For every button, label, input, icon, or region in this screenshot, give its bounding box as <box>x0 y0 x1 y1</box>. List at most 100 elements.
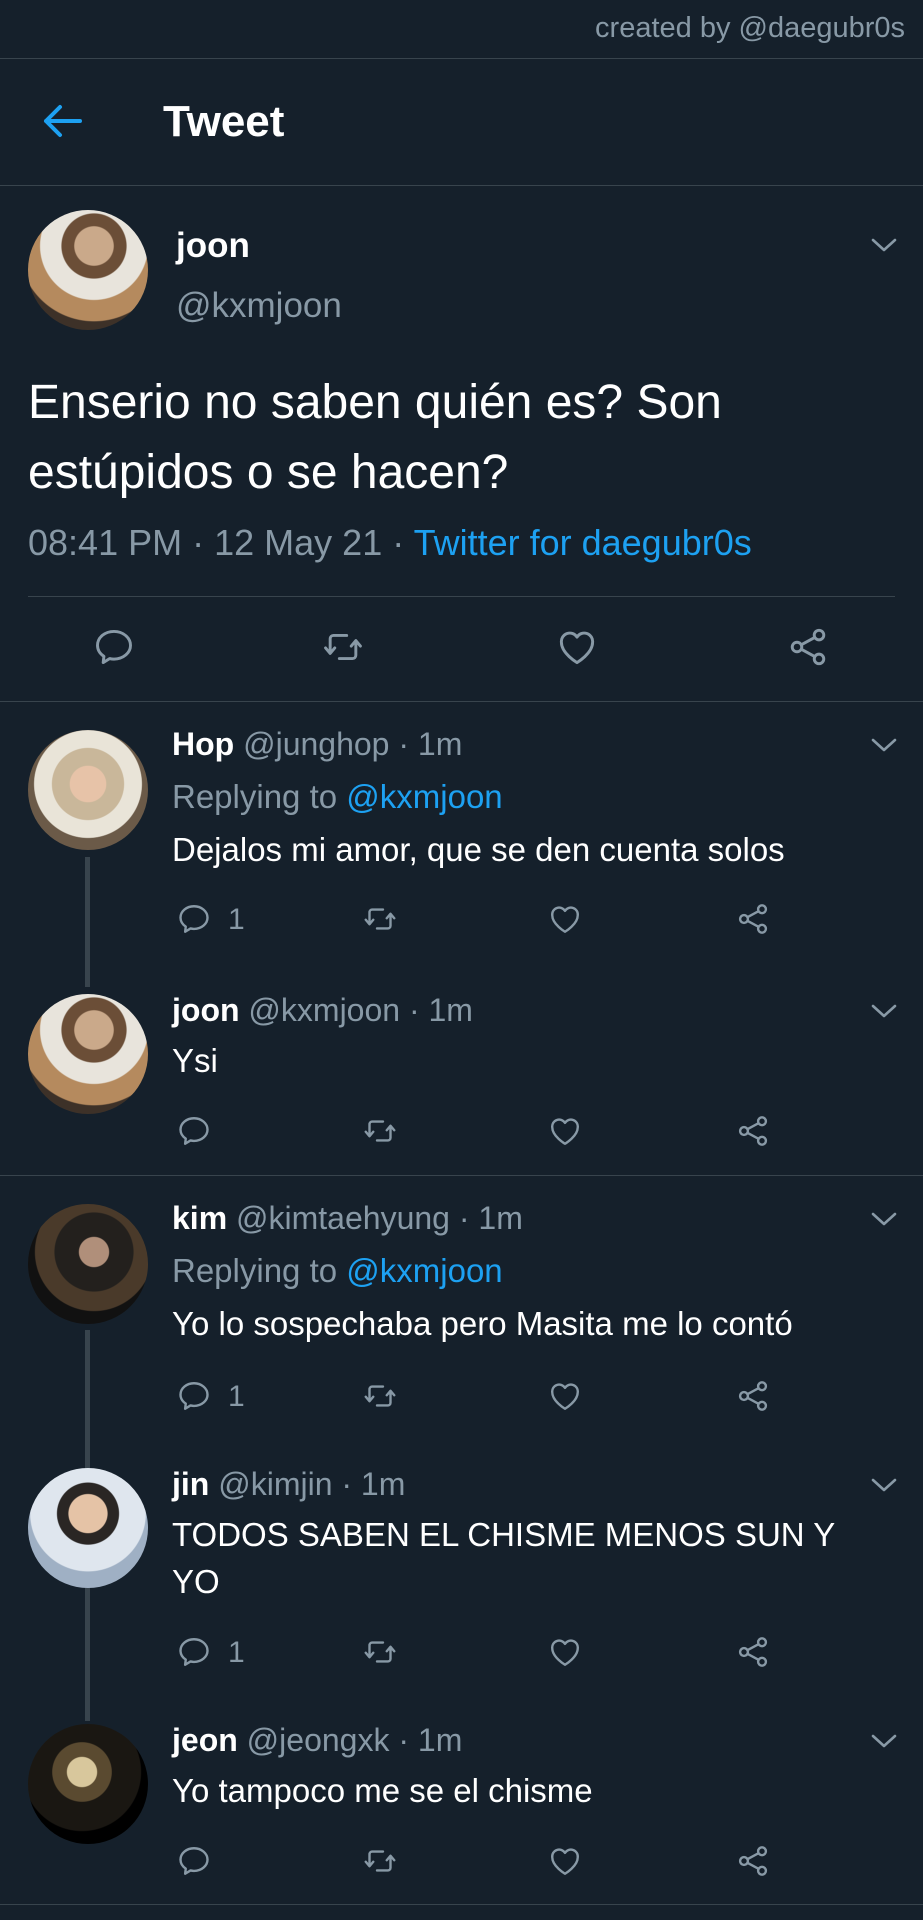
retweet-icon <box>360 1378 400 1414</box>
replying-to-mention[interactable]: @kxmjoon <box>346 1252 502 1289</box>
share-button[interactable] <box>735 1378 771 1414</box>
like-button[interactable] <box>547 901 583 937</box>
thread-line <box>85 1330 90 1470</box>
back-button[interactable] <box>40 103 84 139</box>
retweet-button[interactable] <box>360 901 400 937</box>
chevron-down-icon <box>870 1210 898 1228</box>
reply-count: 1 <box>228 1636 245 1669</box>
reply-author-name[interactable]: joon <box>172 992 240 1028</box>
share-icon <box>735 1843 771 1879</box>
like-button[interactable] <box>547 1113 583 1149</box>
reply-button[interactable] <box>92 625 136 669</box>
divider <box>28 596 895 597</box>
more-options-button[interactable] <box>870 1210 898 1228</box>
tweet-time: 08:41 PM <box>28 522 183 563</box>
like-button[interactable] <box>547 1634 583 1670</box>
avatar[interactable] <box>28 1204 148 1324</box>
reply-text: Yo tampoco me se el chisme <box>172 1772 593 1809</box>
retweet-button[interactable] <box>318 625 368 669</box>
share-button[interactable] <box>735 1634 771 1670</box>
like-icon <box>547 1634 583 1670</box>
share-icon <box>735 1113 771 1149</box>
header-bar: Tweet <box>0 59 923 186</box>
share-icon <box>735 901 771 937</box>
avatar[interactable] <box>28 1468 148 1588</box>
reply-header: jin @kimjin · 1m <box>172 1466 406 1502</box>
retweet-button[interactable] <box>360 1843 400 1879</box>
reply-time: 1m <box>428 992 473 1028</box>
avatar[interactable] <box>28 210 148 330</box>
thread-line <box>85 1586 90 1721</box>
reply-time: 1m <box>478 1200 523 1236</box>
reply-icon <box>92 625 136 669</box>
reply-time: 1m <box>417 1722 463 1758</box>
reply-button[interactable] <box>176 901 212 937</box>
like-button[interactable] <box>554 625 600 669</box>
more-options-button[interactable] <box>870 1002 898 1020</box>
retweet-button[interactable] <box>360 1634 400 1670</box>
avatar[interactable] <box>28 1724 148 1844</box>
retweet-icon <box>360 1113 400 1149</box>
author-handle[interactable]: @kxmjoon <box>176 286 342 326</box>
tweet-meta: 08:41 PM · 12 May 21 · Twitter for daegu… <box>28 522 752 563</box>
reply-button[interactable] <box>176 1113 212 1149</box>
share-icon <box>735 1378 771 1414</box>
reply-author-handle[interactable]: @kimtaehyung <box>236 1200 450 1236</box>
reply-author-name[interactable]: Hop <box>172 726 234 762</box>
reply-author-name[interactable]: jin <box>172 1466 209 1502</box>
retweet-button[interactable] <box>360 1113 400 1149</box>
more-options-button[interactable] <box>870 1732 898 1750</box>
thread-line <box>85 857 90 987</box>
more-options-button[interactable] <box>870 1476 898 1494</box>
like-icon <box>547 1113 583 1149</box>
more-options-button[interactable] <box>870 736 898 754</box>
reply-time: 1m <box>360 1466 406 1502</box>
reply-text: Yo lo sospechaba pero Masita me lo contó <box>172 1305 793 1342</box>
share-button[interactable] <box>735 1843 771 1879</box>
avatar[interactable] <box>28 730 148 850</box>
share-button[interactable] <box>735 901 771 937</box>
reply-count: 1 <box>228 1380 245 1413</box>
replying-to: Replying to @kxmjoon <box>172 778 503 815</box>
reply-button[interactable] <box>176 1634 212 1670</box>
share-icon <box>785 625 831 669</box>
reply-button[interactable] <box>176 1378 212 1414</box>
reply-icon <box>176 1378 212 1414</box>
retweet-icon <box>360 1843 400 1879</box>
watermark: created by @daegubr0s <box>595 12 905 44</box>
reply-header: joon @kxmjoon · 1m <box>172 992 473 1028</box>
retweet-icon <box>360 901 400 937</box>
like-button[interactable] <box>547 1378 583 1414</box>
avatar[interactable] <box>28 994 148 1114</box>
share-button[interactable] <box>735 1113 771 1149</box>
reply-author-handle[interactable]: @kxmjoon <box>248 992 400 1028</box>
reply-header: jeon @jeongxk · 1m <box>172 1722 463 1758</box>
like-button[interactable] <box>547 1843 583 1879</box>
reply-author-name[interactable]: kim <box>172 1200 227 1236</box>
section-divider <box>0 1904 923 1905</box>
header-title: Tweet <box>163 97 285 146</box>
more-options-button[interactable] <box>870 236 898 254</box>
like-icon <box>547 1378 583 1414</box>
like-icon <box>547 901 583 937</box>
tweet-source[interactable]: Twitter for daegubr0s <box>414 522 752 563</box>
reply-author-handle[interactable]: @jeongxk <box>247 1722 390 1758</box>
share-button[interactable] <box>785 625 831 669</box>
reply-count: 1 <box>228 903 245 936</box>
retweet-button[interactable] <box>360 1378 400 1414</box>
author-name[interactable]: joon <box>176 226 250 266</box>
reply-icon <box>176 1843 212 1879</box>
chevron-down-icon <box>870 736 898 754</box>
like-icon <box>554 625 600 669</box>
replying-to-mention[interactable]: @kxmjoon <box>346 778 502 815</box>
reply-author-handle[interactable]: @junghop <box>243 726 389 762</box>
reply-author-name[interactable]: jeon <box>172 1722 238 1758</box>
chevron-down-icon <box>870 236 898 254</box>
reply-text: Ysi <box>172 1042 218 1079</box>
reply-author-handle[interactable]: @kimjin <box>218 1466 332 1502</box>
chevron-down-icon <box>870 1476 898 1494</box>
reply-text: TODOS SABEN EL CHISME MENOS SUN Y YO <box>172 1516 835 1600</box>
reply-button[interactable] <box>176 1843 212 1879</box>
tweet-text: Enserio no saben quién es? Son estúpidos… <box>28 376 722 499</box>
chevron-down-icon <box>870 1002 898 1020</box>
